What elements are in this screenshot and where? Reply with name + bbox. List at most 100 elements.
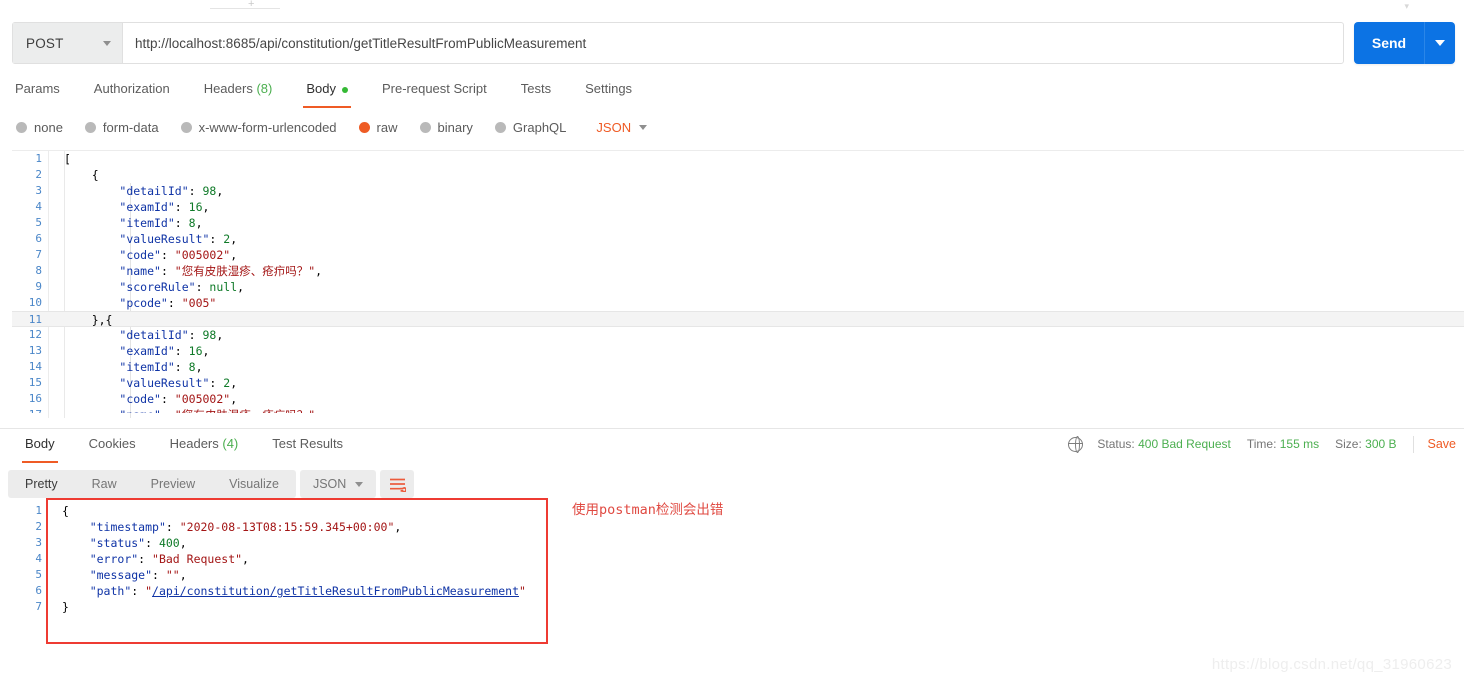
request-tab-body[interactable]: Body <box>289 74 365 108</box>
line-source: "scoreRule": null, <box>119 280 245 294</box>
request-tab-authorization[interactable]: Authorization <box>77 74 187 104</box>
body-type-raw[interactable]: raw <box>358 119 398 135</box>
tab-label: Body <box>25 436 55 451</box>
response-view-preview[interactable]: Preview <box>134 470 212 498</box>
method-url-bar: POST <box>12 22 1344 64</box>
line-source: "valueResult": 2, <box>119 376 238 390</box>
response-tab-headers[interactable]: Headers (4) <box>153 429 256 459</box>
code-line: 7 "code": "005002", <box>12 247 1464 263</box>
code-line: 10 "pcode": "005" <box>12 295 1464 311</box>
response-view-raw[interactable]: Raw <box>75 470 134 498</box>
line-source: "valueResult": 2, <box>119 232 238 246</box>
response-view-tabs: Pretty Raw Preview Visualize <box>8 470 296 498</box>
open-request-tab[interactable] <box>210 0 280 9</box>
code-line: 11 },{ <box>12 311 1464 327</box>
radio-icon <box>180 121 192 133</box>
tab-label: Tests <box>520 81 552 96</box>
request-tabs: Params Authorization Headers (8) Body Pre-re… <box>0 74 1464 108</box>
request-tab-headers[interactable]: Headers (8) <box>187 74 290 104</box>
body-type-label: binary <box>437 119 473 135</box>
body-type-graphql[interactable]: GraphQL <box>494 119 567 135</box>
response-code-line: 7} <box>20 599 560 615</box>
code-line: 13 "examId": 16, <box>12 343 1464 359</box>
wrap-lines-icon <box>389 478 406 492</box>
body-type-binary[interactable]: binary <box>419 119 473 135</box>
line-number: 9 <box>35 280 42 293</box>
response-body-viewer[interactable]: 1{2 "timestamp": "2020-08-13T08:15:59.34… <box>20 503 560 615</box>
line-source: },{ <box>64 313 113 327</box>
tab-label: Body <box>306 81 336 96</box>
send-button[interactable]: Send <box>1354 22 1424 64</box>
line-source: "pcode": "005" <box>119 296 217 310</box>
line-source: "itemId": 8, <box>119 216 203 230</box>
divider <box>1412 435 1414 453</box>
body-type-label: form-data <box>102 119 159 135</box>
time-badge: Time: 155 ms <box>1247 437 1319 451</box>
code-line: 4 "examId": 16, <box>12 199 1464 215</box>
time-label: Time: <box>1246 437 1277 451</box>
body-type-none[interactable]: none <box>16 120 63 135</box>
code-line: 2 { <box>12 167 1464 183</box>
annotation-text: 使用postman检测会出错 <box>572 502 724 518</box>
line-source: "detailId": 98, <box>119 184 224 198</box>
line-number: 1 <box>35 152 42 165</box>
line-source: "error": "Bad Request", <box>89 552 249 566</box>
line-source: "examId": 16, <box>119 200 210 214</box>
body-type-options: none form-data x-www-form-urlencoded raw bin… <box>0 113 1464 141</box>
size-badge: Size: 300 B <box>1335 437 1396 451</box>
body-type-label: raw <box>376 119 398 135</box>
url-input[interactable] <box>123 23 1343 63</box>
line-number: 1 <box>35 504 42 517</box>
tab-label: Cookies <box>88 436 136 451</box>
status-label: Status: <box>1097 437 1135 451</box>
request-tab-settings[interactable]: Settings <box>568 74 649 104</box>
body-type-label: x-www-form-urlencoded <box>198 119 337 135</box>
line-number: 3 <box>35 536 42 549</box>
line-number: 10 <box>28 296 42 309</box>
response-tab-test-results[interactable]: Test Results <box>255 429 360 459</box>
response-bar: Body Cookies Headers (4) Test Results Statu… <box>0 428 1464 463</box>
body-type-label: GraphQL <box>512 119 567 135</box>
send-options-dropdown[interactable] <box>1424 22 1455 64</box>
code-line: 15 "valueResult": 2, <box>12 375 1464 391</box>
code-line: 3 "detailId": 98, <box>12 183 1464 199</box>
line-source: "timestamp": "2020-08-13T08:15:59.345+00… <box>89 520 402 534</box>
body-format-dropdown[interactable]: JSON <box>596 119 648 135</box>
code-line: 9 "scoreRule": null, <box>12 279 1464 295</box>
chevron-down-icon <box>1435 40 1445 46</box>
time-value: 155 ms <box>1279 437 1320 451</box>
radio-icon <box>419 121 431 133</box>
globe-icon <box>1068 436 1084 454</box>
new-tab-icon[interactable]: + <box>248 0 254 10</box>
request-tab-tests[interactable]: Tests <box>504 74 568 104</box>
watermark: https://blog.csdn.net/qq_31960623 <box>1211 656 1452 673</box>
line-number: 5 <box>35 216 42 229</box>
save-response-button[interactable]: Save <box>1428 437 1457 451</box>
request-tab-params[interactable]: Params <box>12 74 77 104</box>
send-button-group: Send <box>1354 22 1455 64</box>
wrap-lines-button[interactable] <box>380 470 415 498</box>
body-type-form-data[interactable]: form-data <box>84 119 159 135</box>
radio-icon <box>16 121 27 133</box>
status-value: 400 Bad Request <box>1138 437 1231 451</box>
line-source: "message": "", <box>89 568 187 582</box>
line-source: "examId": 16, <box>119 344 210 358</box>
response-format-dropdown[interactable]: JSON <box>299 470 377 498</box>
tab-strip-overflow-icon[interactable]: ▾ <box>1404 1 1409 12</box>
request-body-editor[interactable]: 1[2 {3 "detailId": 98, 4 "examId": 16, 5 "… <box>12 150 1464 418</box>
line-number: 6 <box>35 232 42 245</box>
request-tab-pre-request-script[interactable]: Pre-request Script <box>365 74 504 104</box>
http-method-dropdown[interactable]: POST <box>13 23 123 63</box>
response-view-visualize[interactable]: Visualize <box>212 470 296 498</box>
line-number: 8 <box>35 264 42 277</box>
http-method-label: POST <box>26 35 64 51</box>
size-value: 300 B <box>1365 437 1397 451</box>
response-tab-body[interactable]: Body <box>8 429 72 463</box>
response-tab-cookies[interactable]: Cookies <box>72 429 153 459</box>
response-view-pretty[interactable]: Pretty <box>8 470 75 498</box>
response-code-line: 4 "error": "Bad Request", <box>20 551 560 567</box>
body-type-x-www-form-urlencoded[interactable]: x-www-form-urlencoded <box>180 119 337 135</box>
code-line: 14 "itemId": 8, <box>12 359 1464 375</box>
body-type-label: none <box>34 119 63 135</box>
body-format-label: JSON <box>596 119 632 135</box>
